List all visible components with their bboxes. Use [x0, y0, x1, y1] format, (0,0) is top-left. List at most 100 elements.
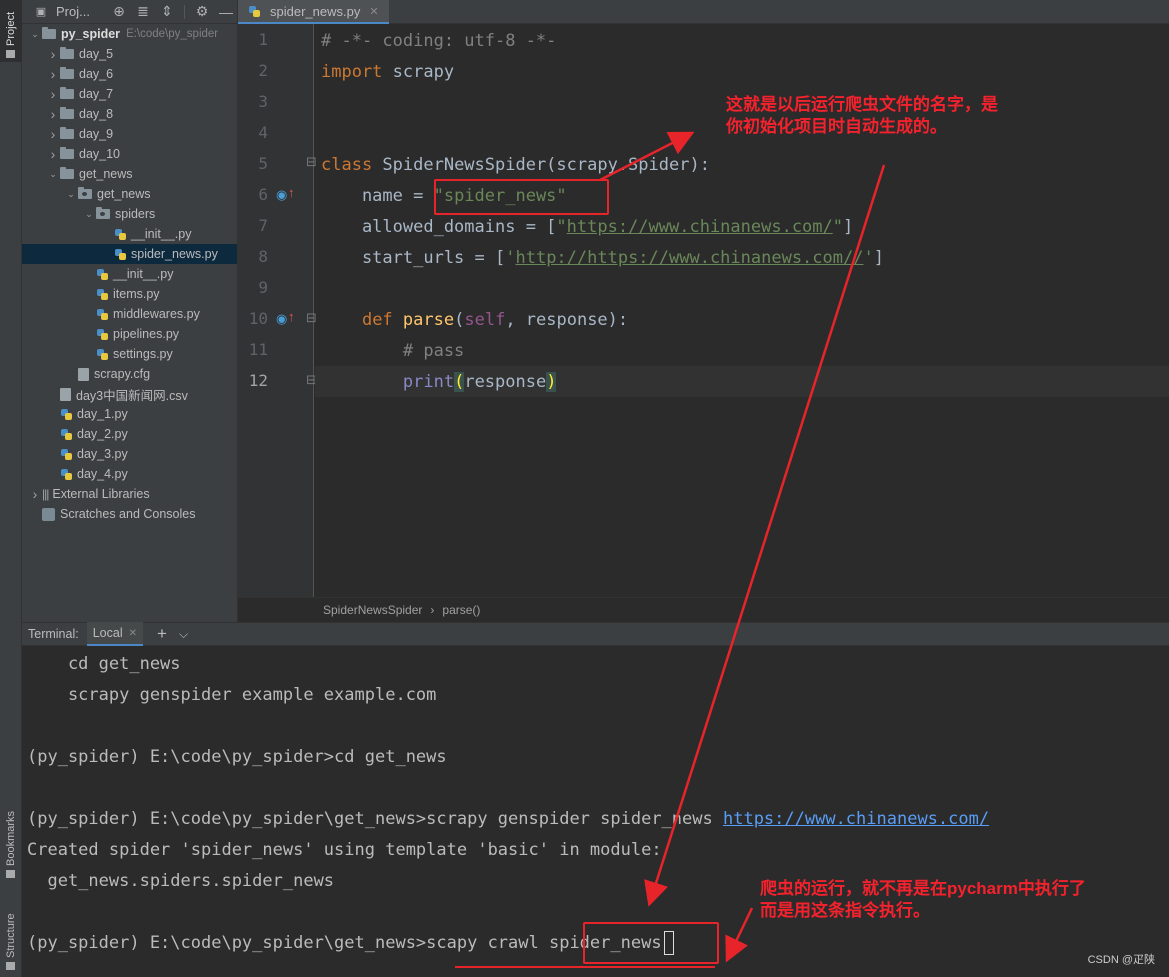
- chevron-right-icon[interactable]: ›: [46, 106, 60, 122]
- hide-panel-icon[interactable]: —: [217, 4, 235, 20]
- tree-item[interactable]: day_3.py: [22, 444, 237, 464]
- tree-item[interactable]: settings.py: [22, 344, 237, 364]
- code-keyword: class: [321, 155, 373, 175]
- up-arrow-icon[interactable]: ↑: [288, 185, 295, 200]
- tree-item[interactable]: › day_8: [22, 104, 237, 124]
- chevron-down-icon[interactable]: ⌄: [28, 29, 42, 40]
- code-url[interactable]: http://https://www.chinanews.com//: [515, 248, 863, 268]
- folder-icon: [60, 167, 74, 179]
- tree-item-label: day_9: [79, 127, 114, 141]
- chevron-down-icon[interactable]: ⌄: [82, 209, 96, 220]
- chevron-right-icon[interactable]: ›: [28, 486, 42, 502]
- line-number: 3: [258, 92, 268, 111]
- tree-item[interactable]: day_4.py: [22, 464, 237, 484]
- terminal-input-line[interactable]: (py_spider) E:\code\py_spider\get_news>s…: [27, 928, 674, 959]
- file-icon: [78, 367, 89, 381]
- breadcrumb-method[interactable]: parse(): [442, 603, 480, 617]
- tree-item[interactable]: › ||| External Libraries: [22, 484, 237, 504]
- tree-item[interactable]: › day_9: [22, 124, 237, 144]
- terminal-line: Created spider 'spider_news' using templ…: [27, 840, 662, 860]
- code-keyword: import: [321, 62, 383, 82]
- close-icon[interactable]: ✕: [129, 628, 137, 639]
- tree-item[interactable]: day3中国新闻网.csv: [22, 384, 237, 404]
- close-icon[interactable]: ✕: [369, 5, 378, 18]
- editor-tab-spider-news[interactable]: spider_news.py ✕: [238, 0, 389, 24]
- chevron-down-icon[interactable]: ⌄: [64, 189, 78, 200]
- tree-item[interactable]: scrapy.cfg: [22, 364, 237, 384]
- chevron-right-icon: ›: [430, 603, 435, 617]
- editor-tab-bar: spider_news.py ✕: [238, 0, 1169, 24]
- tree-item[interactable]: __init__.py: [22, 264, 237, 284]
- breadcrumb-class[interactable]: SpiderNewsSpider: [323, 603, 422, 617]
- tree-item[interactable]: ⌄ get_news: [22, 164, 237, 184]
- collapse-all-icon[interactable]: ≣: [134, 3, 152, 20]
- line-number: 9: [258, 278, 268, 297]
- structure-tool-label: Structure: [5, 913, 17, 958]
- tree-item[interactable]: __init__.py: [22, 224, 237, 244]
- code-text: scrapy: [382, 62, 455, 82]
- chevron-down-icon[interactable]: ⌵: [179, 627, 188, 642]
- folder-icon: [42, 27, 56, 39]
- tree-item[interactable]: › day_7: [22, 84, 237, 104]
- tree-item-label: get_news: [97, 187, 151, 201]
- tree-item-label: day_10: [79, 147, 121, 161]
- chevron-right-icon[interactable]: ›: [46, 146, 60, 162]
- code-url[interactable]: https://www.chinanews.com/: [567, 217, 833, 237]
- python-file-icon: [96, 288, 109, 301]
- chevron-right-icon[interactable]: ›: [46, 66, 60, 82]
- tree-item-label: day_6: [79, 67, 114, 81]
- line-number: 5: [258, 154, 268, 173]
- structure-tool-tab[interactable]: Structure: [0, 894, 22, 974]
- annotation-note-bottom: 爬虫的运行，就不再是在pycharm中执行了 而是用这条指令执行。: [760, 878, 1086, 922]
- code-text: start_urls = [: [321, 248, 506, 268]
- project-tool-tab[interactable]: Project: [0, 0, 22, 62]
- code-keyword: def: [361, 310, 393, 330]
- highlight-box-spider-name: [434, 179, 609, 215]
- terminal-tab-local[interactable]: Local ✕: [86, 622, 143, 646]
- project-view-dropdown[interactable]: Proj...: [56, 4, 90, 19]
- chevron-down-icon[interactable]: ⌄: [46, 169, 60, 180]
- gear-icon[interactable]: ⚙: [193, 3, 211, 20]
- tree-item[interactable]: day_1.py: [22, 404, 237, 424]
- override-method-icon[interactable]: ◉: [276, 187, 287, 203]
- add-terminal-icon[interactable]: +: [157, 624, 167, 644]
- tree-item[interactable]: › day_10: [22, 144, 237, 164]
- chevron-right-icon[interactable]: ›: [46, 86, 60, 102]
- chevron-right-icon[interactable]: ›: [46, 46, 60, 62]
- code-text: ]: [843, 217, 854, 237]
- tree-item[interactable]: pipelines.py: [22, 324, 237, 344]
- tree-item-label: day_1.py: [77, 407, 128, 421]
- folder-icon: [60, 127, 74, 139]
- tree-item[interactable]: ⌄ py_spider E:\code\py_spider: [22, 24, 237, 44]
- project-view-icon: ▣: [35, 6, 47, 18]
- folder-icon: [60, 87, 74, 99]
- tree-item[interactable]: ⌄ spiders: [22, 204, 237, 224]
- bookmarks-tool-tab[interactable]: Bookmarks: [0, 796, 22, 882]
- expand-options-icon[interactable]: ⇕: [158, 3, 176, 20]
- folder-icon: [60, 107, 74, 119]
- terminal-line: (py_spider) E:\code\py_spider\get_news>s…: [27, 804, 989, 835]
- tree-item[interactable]: items.py: [22, 284, 237, 304]
- tree-item-label: day_8: [79, 107, 114, 121]
- tree-item[interactable]: › day_6: [22, 64, 237, 84]
- line-number: 4: [258, 123, 268, 142]
- chevron-right-icon[interactable]: ›: [46, 126, 60, 142]
- python-file-icon: [60, 448, 73, 461]
- tree-item-label: day_5: [79, 47, 114, 61]
- tree-item-label: day3中国新闻网.csv: [76, 388, 188, 403]
- tree-item[interactable]: spider_news.py: [22, 244, 237, 264]
- locate-file-icon[interactable]: ⊕: [110, 3, 128, 20]
- tree-item[interactable]: › day_5: [22, 44, 237, 64]
- tree-item[interactable]: day_2.py: [22, 424, 237, 444]
- annotation-text: 你初始化项目时自动生成的。: [726, 117, 947, 136]
- terminal-link[interactable]: https://www.chinanews.com/: [723, 809, 989, 829]
- tree-item[interactable]: Scratches and Consoles: [22, 504, 237, 524]
- tree-item[interactable]: ⌄ get_news: [22, 184, 237, 204]
- override-method-icon[interactable]: ◉: [276, 311, 287, 327]
- tree-item[interactable]: middlewares.py: [22, 304, 237, 324]
- folder-icon: [60, 147, 74, 159]
- terminal-line: get_news.spiders.spider_news: [27, 871, 335, 891]
- tree-item-label: spiders: [115, 207, 156, 221]
- up-arrow-icon[interactable]: ↑: [288, 309, 295, 324]
